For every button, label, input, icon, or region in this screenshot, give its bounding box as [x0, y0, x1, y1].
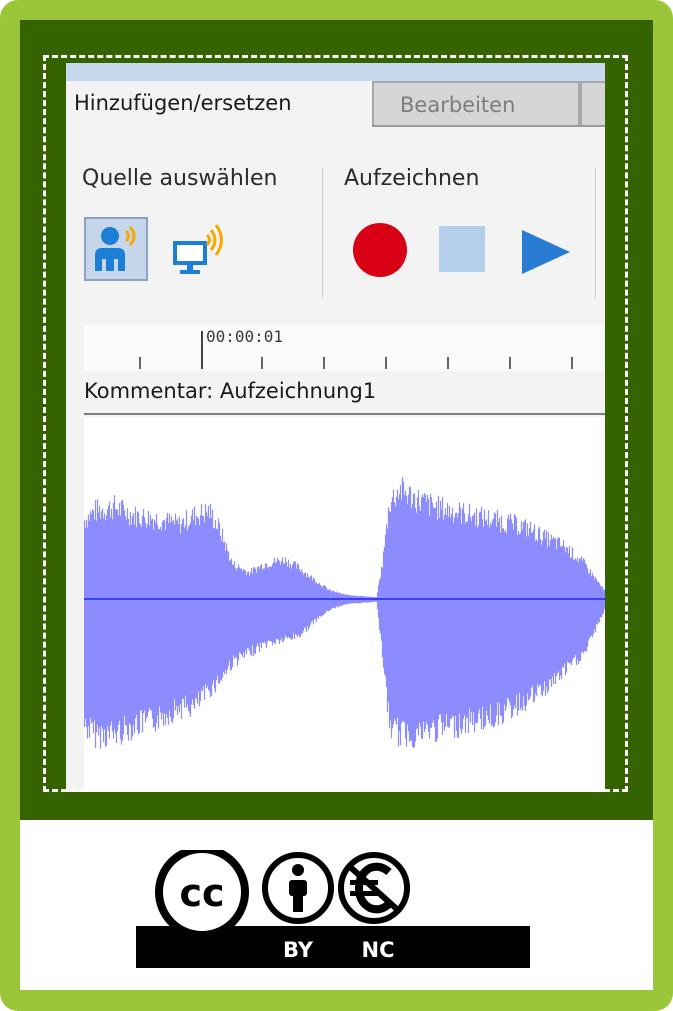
cc-by-nc-logo: cc BY NC [136, 845, 530, 968]
cc-text: cc [179, 871, 224, 915]
nc-label: NC [362, 938, 395, 962]
cc-license-badge: cc BY NC [136, 845, 530, 968]
attribution-icon [262, 852, 334, 924]
by-label: BY [283, 938, 314, 962]
noncommercial-icon [338, 852, 410, 924]
dashed-border [43, 55, 628, 792]
